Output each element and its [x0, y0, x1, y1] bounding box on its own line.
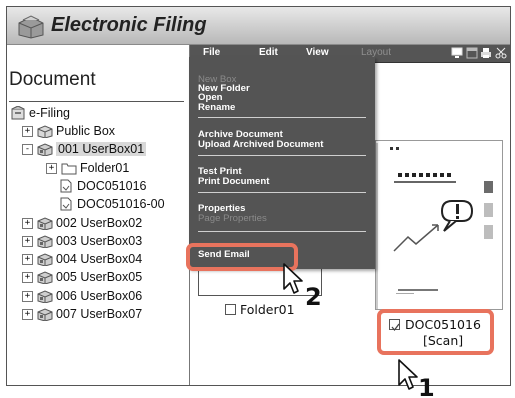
tree-item[interactable]: + Folder01 — [46, 159, 129, 177]
user-box-icon — [37, 234, 53, 249]
file-menu: New Box New Folder Open Rename Archive D… — [189, 57, 375, 269]
expand-toggle-icon[interactable]: + — [22, 235, 33, 247]
monitor-icon[interactable] — [451, 47, 463, 59]
step-number-1: 1 — [418, 374, 435, 398]
tree-item[interactable]: DOC051016-00 — [58, 195, 165, 213]
document-preview[interactable] — [375, 140, 503, 310]
sidebar-heading: Document — [9, 69, 96, 90]
folder-label[interactable]: Folder01 — [240, 302, 295, 317]
tree-item[interactable]: e-Filing — [10, 104, 70, 122]
folder-logo-icon — [18, 15, 44, 39]
menu-separator — [198, 192, 366, 193]
menu-item-print-document[interactable]: Print Document — [198, 176, 269, 187]
collapse-toggle-icon[interactable]: - — [22, 143, 33, 155]
step-number-2: 2 — [305, 283, 322, 311]
tree-item-label: 002 UserBox02 — [56, 216, 143, 230]
expand-toggle-icon[interactable]: + — [22, 125, 33, 137]
tree-item[interactable]: +005 UserBox05 — [22, 268, 142, 286]
tree-item-label: 004 UserBox04 — [56, 252, 143, 266]
tree-item-label: DOC051016-00 — [77, 197, 165, 211]
expand-toggle-icon[interactable]: + — [22, 217, 33, 229]
tree-item-label: 006 UserBox06 — [56, 289, 143, 303]
box-icon — [37, 124, 53, 139]
menu-item-upload-archived-document[interactable]: Upload Archived Document — [198, 139, 323, 150]
menu-item-page-properties[interactable]: Page Properties — [198, 213, 267, 224]
document-icon — [58, 197, 74, 211]
tree-item[interactable]: +006 UserBox06 — [22, 287, 142, 305]
print-icon[interactable] — [480, 47, 492, 59]
tree-item[interactable]: - 001 UserBox01 — [22, 140, 147, 158]
expand-toggle-icon[interactable]: + — [22, 271, 33, 283]
tree-item-label: 007 UserBox07 — [56, 307, 143, 321]
expand-toggle-icon[interactable]: + — [22, 308, 33, 320]
expand-toggle-icon[interactable]: + — [46, 162, 57, 174]
window-icon[interactable] — [466, 47, 478, 59]
document-icon — [58, 179, 74, 193]
menu-separator — [198, 117, 366, 118]
folder-icon — [61, 161, 77, 175]
title-bar: Electronic Filing — [7, 7, 510, 45]
expand-toggle-icon[interactable]: + — [22, 253, 33, 265]
menu-item-rename[interactable]: Rename — [198, 102, 235, 113]
tree-item-label: e-Filing — [29, 106, 70, 120]
cabinet-icon — [10, 105, 26, 120]
tree-item[interactable]: +007 UserBox07 — [22, 305, 142, 323]
tree-item-label: 001 UserBox01 — [56, 142, 147, 156]
tree-item[interactable]: DOC051016 — [58, 177, 147, 195]
expand-toggle-icon[interactable]: + — [22, 290, 33, 302]
user-box-icon — [37, 307, 53, 322]
tree-item[interactable]: +004 UserBox04 — [22, 250, 142, 268]
user-box-icon — [37, 142, 53, 157]
folder-checkbox[interactable] — [225, 304, 236, 315]
tree-item-label: Folder01 — [80, 161, 130, 175]
app-title: Electronic Filing — [51, 14, 207, 36]
user-box-icon — [37, 270, 53, 285]
tree-item-label: 005 UserBox05 — [56, 270, 143, 284]
sidebar-divider — [9, 101, 184, 102]
document-thumbnail — [376, 141, 502, 309]
user-box-icon — [37, 216, 53, 231]
tree-item-label: Public Box — [56, 124, 116, 138]
highlight-document — [377, 309, 494, 355]
tree-item-label: 003 UserBox03 — [56, 234, 143, 248]
tree-item[interactable]: +002 UserBox02 — [22, 214, 142, 232]
tree-item[interactable]: +003 UserBox03 — [22, 232, 142, 250]
scissors-icon[interactable] — [495, 47, 507, 59]
tree-item-label: DOC051016 — [77, 179, 147, 193]
menu-separator — [198, 155, 366, 156]
menu-separator — [198, 231, 366, 232]
user-box-icon — [37, 252, 53, 267]
user-box-icon — [37, 289, 53, 304]
tree-item[interactable]: + Public Box — [22, 122, 115, 140]
